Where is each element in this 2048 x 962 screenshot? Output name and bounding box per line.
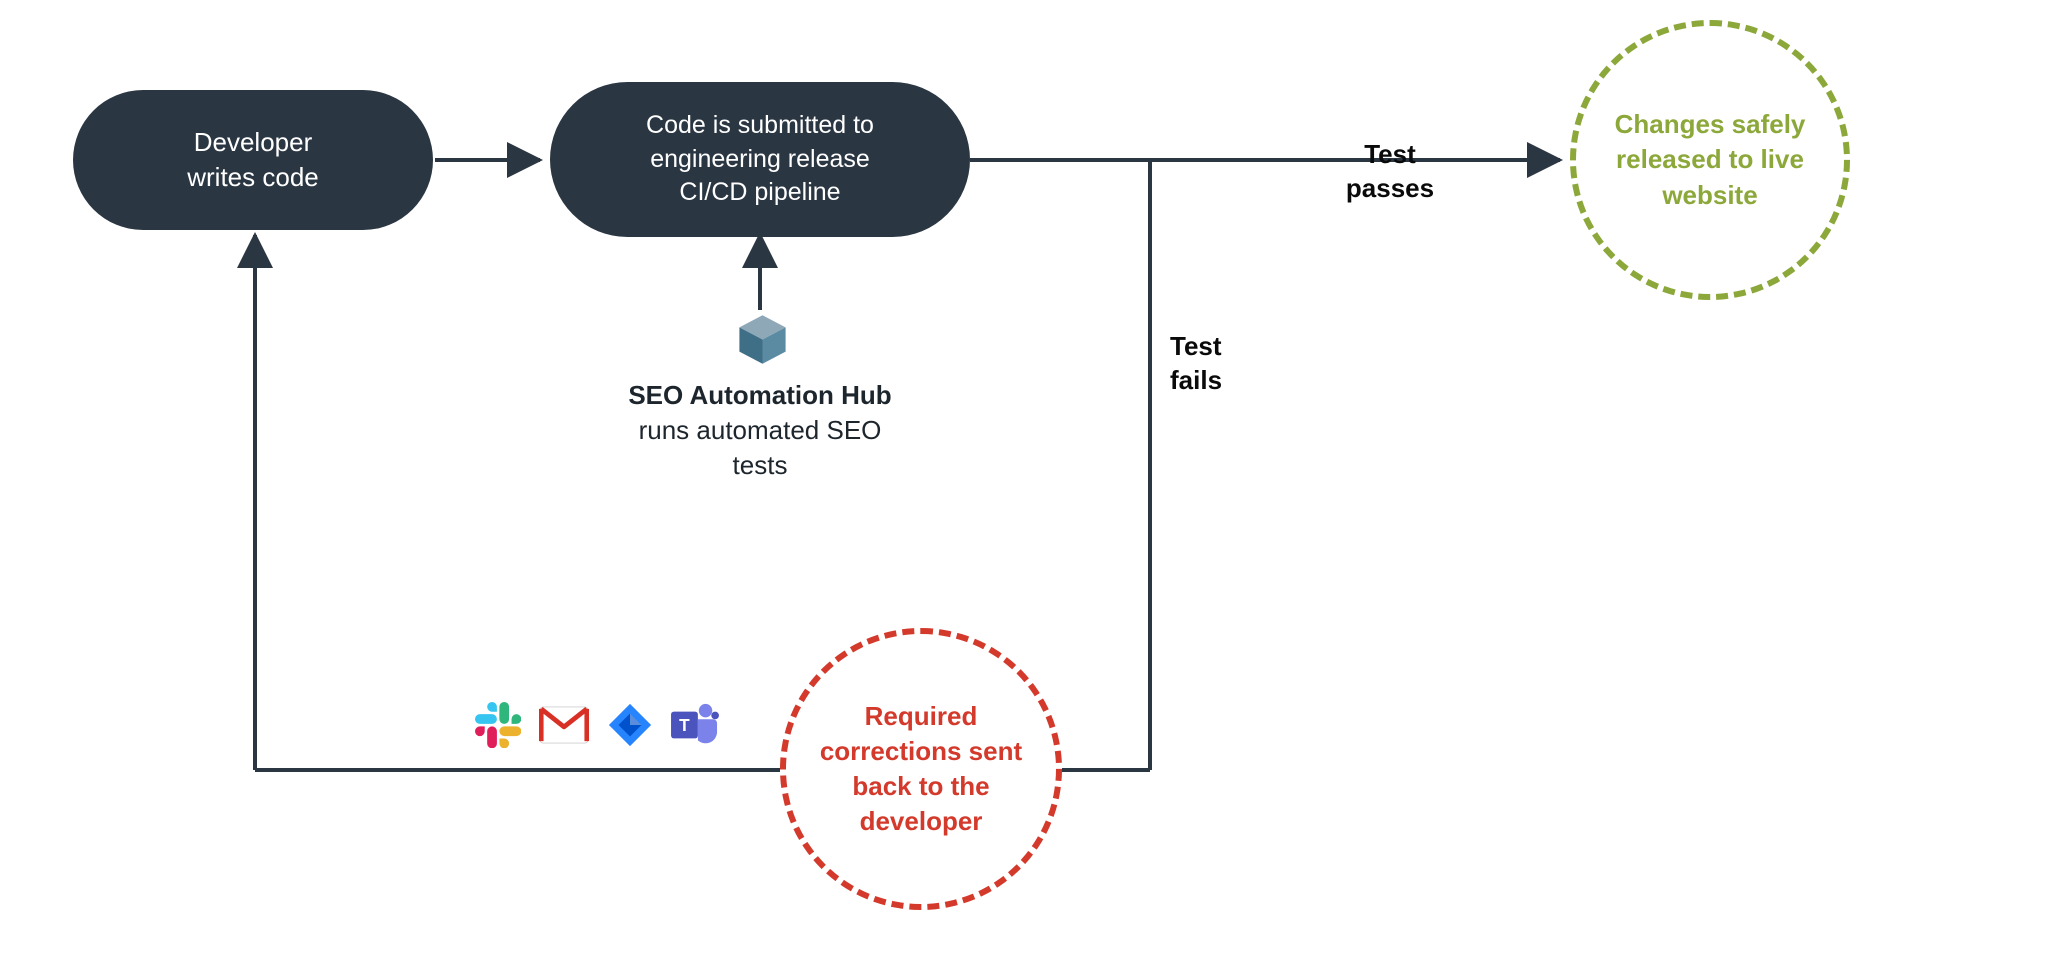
cube-icon — [735, 312, 790, 372]
label-seo-automation-hub: SEO Automation Hub runs automated SEO te… — [600, 378, 920, 483]
edge-label-test-passes: Test passes — [1330, 138, 1450, 206]
slack-icon — [475, 702, 521, 753]
svg-text:T: T — [679, 715, 690, 735]
node-developer-writes-code: Developer writes code — [73, 90, 433, 230]
notification-icons: T — [475, 702, 719, 753]
seo-hub-bold: SEO Automation Hub — [628, 380, 891, 410]
node-label: Required corrections sent back to the de… — [820, 699, 1022, 839]
gmail-icon — [539, 706, 589, 749]
node-label: Developer writes code — [187, 125, 319, 195]
node-changes-released: Changes safely released to live website — [1570, 20, 1850, 300]
edge-label-test-fails: Test fails — [1170, 330, 1270, 398]
teams-icon: T — [671, 702, 719, 753]
node-required-corrections: Required corrections sent back to the de… — [780, 628, 1062, 910]
node-label: Code is submitted to engineering release… — [646, 109, 874, 210]
node-label: Changes safely released to live website — [1615, 107, 1806, 212]
seo-hub-rest: runs automated SEO tests — [639, 415, 882, 480]
diagram-canvas: Developer writes code Code is submitted … — [0, 0, 2048, 962]
jira-icon — [607, 702, 653, 753]
node-code-submitted-pipeline: Code is submitted to engineering release… — [550, 82, 970, 237]
